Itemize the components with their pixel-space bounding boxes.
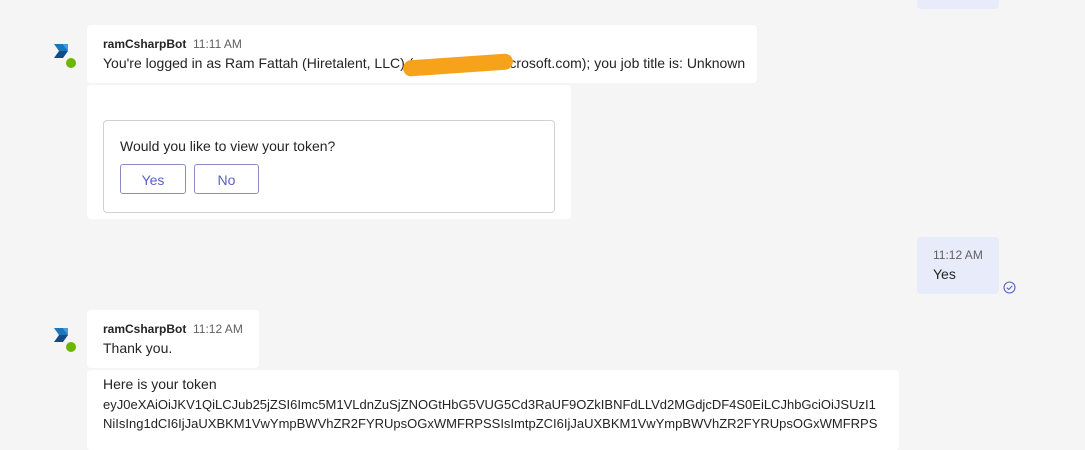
bot-avatar[interactable] xyxy=(52,326,78,354)
card-question: Would you like to view your token? xyxy=(120,138,336,154)
presence-available-icon xyxy=(64,56,78,70)
message-timestamp: 11:12 AM xyxy=(933,248,983,262)
token-message-bubble: Here is your token eyJ0eXAiOiJKV1QiLCJub… xyxy=(87,370,899,450)
sender-name: ramCsharpBot xyxy=(103,322,187,336)
message-text-start: You're logged in as Ram Fattah (Hiretale… xyxy=(103,55,414,71)
message-timestamp: 11:11 AM xyxy=(193,37,242,51)
yes-button[interactable]: Yes xyxy=(120,164,186,194)
bot-message-bubble: ramCsharpBot 11:11 AM You're logged in a… xyxy=(87,25,757,83)
token-line: eyJ0eXAiOiJKV1QiLCJub25jZSI6Imc5M1VLdnZu… xyxy=(103,397,876,412)
presence-available-icon xyxy=(64,340,78,354)
previous-outgoing-bubble xyxy=(917,0,999,9)
sender-name: ramCsharpBot xyxy=(103,37,187,51)
adaptive-card-bubble: Would you like to view your token? Yes N… xyxy=(87,85,571,219)
user-message-bubble: 11:12 AM Yes xyxy=(917,237,999,294)
bot-avatar[interactable] xyxy=(52,42,78,70)
token-title: Here is your token xyxy=(103,376,217,392)
message-timestamp: 11:12 AM xyxy=(193,322,243,336)
message-text-end: icrosoft.com); you job title is: Unknown xyxy=(506,55,746,71)
message-text: Yes xyxy=(933,266,956,282)
no-button[interactable]: No xyxy=(194,164,259,194)
adaptive-card: Would you like to view your token? Yes N… xyxy=(103,120,555,213)
token-line: NiIsIng1dCI6IjJaUXBKM1VwYmpBWVhZR2FYRUps… xyxy=(103,416,878,431)
read-receipt-icon xyxy=(1003,281,1016,294)
bot-message-bubble: ramCsharpBot 11:12 AM Thank you. xyxy=(87,310,259,368)
message-text: Thank you. xyxy=(103,340,173,356)
